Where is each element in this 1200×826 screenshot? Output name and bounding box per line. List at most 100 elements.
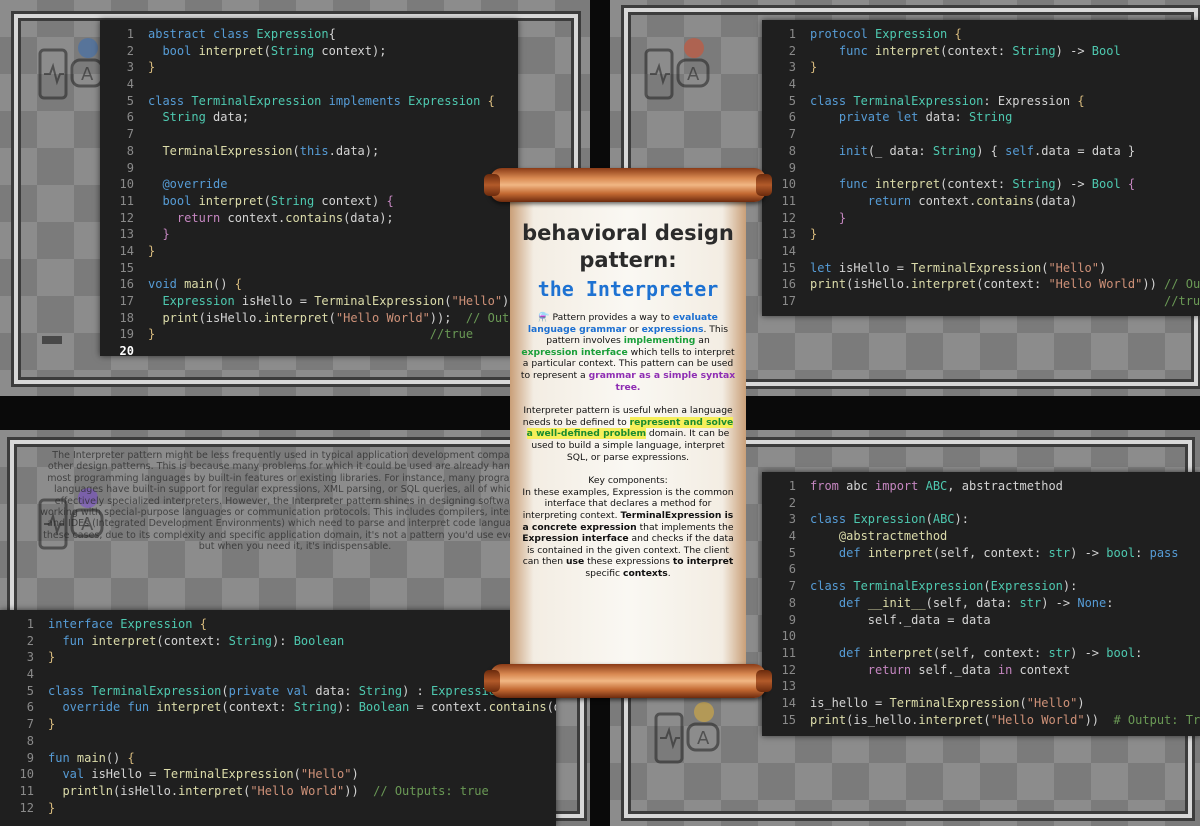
code-token: Expression	[875, 27, 955, 41]
line-number: 8	[126, 143, 134, 158]
code-token: return	[867, 193, 919, 208]
code-line: 8	[0, 733, 556, 750]
line-number: 16	[119, 277, 134, 292]
line-number: 4	[788, 529, 796, 544]
line-number: 3	[788, 60, 796, 75]
code-token: TerminalExpression	[911, 260, 1042, 275]
code-token: {	[328, 27, 336, 41]
code-token: @abstractmethod	[838, 529, 948, 544]
code-token: ()	[105, 750, 128, 765]
code-text: @abstractmethod	[810, 528, 947, 545]
code-text: protocol Expression {	[810, 26, 962, 43]
code-token: :	[1135, 545, 1150, 560]
text: these expressions	[584, 556, 673, 568]
code-token: ABC	[925, 479, 948, 493]
code-token: :	[1106, 595, 1114, 610]
code-token: }	[810, 227, 818, 242]
code-token: ) ->	[1070, 545, 1107, 560]
code-token: {	[234, 277, 242, 292]
code-text: }	[48, 649, 55, 666]
code-token: (	[983, 579, 991, 594]
code-token: ABC	[932, 512, 955, 527]
line-number: 3	[788, 512, 796, 527]
line-number: 1	[126, 27, 134, 41]
code-line: 10 val isHello = TerminalExpression("Hel…	[0, 766, 556, 783]
code-line: 12 return self._data in context	[762, 662, 1200, 679]
code-token: ):	[1062, 579, 1078, 594]
code-line: 3 class Expression(ABC):	[762, 511, 1200, 528]
code-line: 14}	[100, 243, 518, 260]
line-number: 8	[788, 595, 796, 610]
code-token: from	[810, 479, 847, 493]
code-token: str	[1048, 645, 1071, 660]
code-token: class	[810, 512, 854, 527]
code-text: }	[48, 716, 55, 733]
code-token: Expression	[408, 93, 488, 108]
code-line: 8 def __init__(self, data: str) -> None:	[762, 595, 1200, 612]
scroll-rod-top	[484, 168, 772, 202]
code-line: 5 class TerminalExpression implements Exp…	[100, 93, 518, 110]
code-line: 6 String data;	[100, 109, 518, 126]
code-token: bool	[1106, 545, 1136, 560]
code-line: 7	[762, 126, 1200, 143]
line-number: 15	[781, 712, 796, 727]
code-token: pass	[1149, 545, 1179, 560]
code-token: import	[875, 479, 926, 493]
text: an	[695, 335, 710, 347]
line-number: 11	[119, 193, 134, 208]
scroll-knob	[484, 670, 500, 692]
code-text: class Expression(ABC):	[810, 511, 969, 528]
code-token: String	[968, 110, 1013, 125]
code-token: // Outputs: true	[373, 783, 489, 798]
text: specific	[585, 567, 623, 579]
code-line: 9 self._data = data	[762, 612, 1200, 629]
code-token: "Hello"	[1026, 695, 1078, 710]
code-text: print(isHello.interpret("Hello World"));…	[148, 310, 518, 327]
code-token: in	[997, 662, 1020, 677]
code-token: // Outputs:	[1164, 277, 1200, 292]
code-token: class	[810, 579, 854, 594]
code-token: //true	[1164, 294, 1200, 308]
code-line: 4	[762, 76, 1200, 93]
code-token: interface	[48, 617, 121, 631]
code-text: class TerminalExpression: Expression {	[810, 93, 1085, 110]
code-token: (data);	[343, 210, 394, 225]
code-token: None	[1077, 595, 1107, 610]
code-token: }	[48, 800, 56, 815]
code-token: TerminalExpression	[162, 143, 293, 158]
code-token: interpret	[867, 545, 933, 560]
code-line: 3}	[762, 59, 1200, 76]
code-token: println	[62, 783, 114, 798]
code-text: from abc import ABC, abstractmethod	[810, 478, 1063, 495]
line-number: 16	[781, 277, 796, 292]
code-token: interpret	[198, 193, 264, 208]
code-line: 4 @abstractmethod	[762, 528, 1200, 545]
code-token: {	[127, 750, 135, 765]
code-token: override fun	[62, 700, 157, 715]
code-token: is_hello =	[810, 695, 890, 710]
code-token: : Expression	[983, 93, 1078, 108]
scroll-title-line3: the Interpreter	[537, 277, 719, 301]
line-number: 12	[19, 800, 34, 815]
code-panel-swift: 1 protocol Expression {2 func interpret(c…	[762, 20, 1200, 316]
code-token: (	[292, 143, 300, 158]
code-line: 1 protocol Expression {	[762, 26, 1200, 43]
code-line: 14	[762, 243, 1200, 260]
code-text: }	[148, 226, 169, 243]
code-token: //true	[429, 327, 474, 342]
code-token: {	[487, 93, 495, 108]
text: or	[626, 323, 642, 335]
code-text: TerminalExpression(this.data);	[148, 143, 379, 160]
line-number: 14	[119, 243, 134, 258]
code-token: ))	[1084, 712, 1114, 727]
line-number: 12	[119, 210, 134, 225]
code-token: ) ->	[1070, 645, 1107, 660]
